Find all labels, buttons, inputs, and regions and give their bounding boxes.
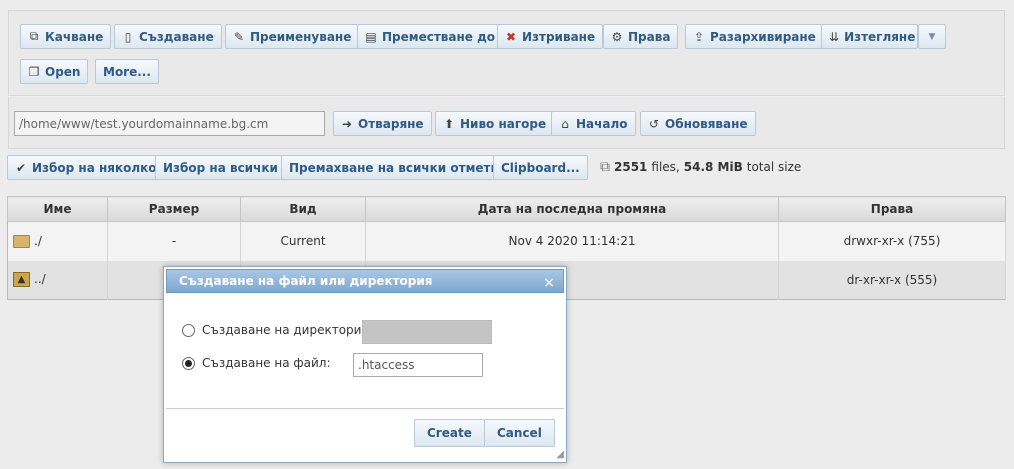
dropdown-arrow-icon: ▼ bbox=[928, 31, 936, 42]
upload-button[interactable]: ⧉ Качване bbox=[20, 24, 112, 49]
file-radio[interactable] bbox=[182, 356, 195, 370]
up-folder-icon: ▲ bbox=[13, 272, 30, 288]
extract-button[interactable]: ⇪ Разархивиране bbox=[685, 24, 824, 49]
permissions-button[interactable]: ⚙ Права bbox=[603, 24, 679, 49]
download-button[interactable]: ⇊ Изтегляне bbox=[821, 24, 918, 49]
delete-button[interactable]: ✖ Изтриване bbox=[497, 24, 604, 49]
create-file-option[interactable]: Създаване на файл: bbox=[182, 356, 331, 370]
go-button[interactable]: ➜ Отваряне bbox=[333, 111, 432, 136]
home-icon: ⌂ bbox=[561, 116, 569, 131]
create-confirm-button[interactable]: Create bbox=[414, 419, 485, 447]
move-icon: ▤ bbox=[365, 29, 377, 44]
column-header-size[interactable]: Размер bbox=[107, 196, 241, 222]
home-button[interactable]: ⌂ Начало bbox=[551, 111, 636, 136]
rename-button[interactable]: ✎ Преименуване bbox=[225, 24, 360, 49]
dialog-title: Създаване на файл или директория bbox=[179, 274, 433, 288]
dialog-divider bbox=[166, 408, 564, 409]
refresh-icon: ↺ bbox=[648, 116, 660, 131]
folder-icon bbox=[13, 235, 30, 249]
file-permissions: drwxr-xr-x (755) bbox=[778, 221, 1006, 261]
resize-grip-icon[interactable]: ◢ bbox=[556, 449, 564, 460]
select-multiple-button[interactable]: ✔ Избор на няколко bbox=[7, 155, 165, 180]
move-button[interactable]: ▤ Преместване до bbox=[357, 24, 504, 49]
path-input[interactable] bbox=[14, 111, 325, 136]
extract-icon: ⇪ bbox=[693, 29, 705, 44]
file-size: - bbox=[107, 221, 241, 261]
files-icon: ⧉ bbox=[600, 159, 610, 175]
create-button[interactable]: ▯ Създаване bbox=[114, 24, 222, 49]
file-name: ./ bbox=[34, 234, 42, 249]
refresh-button[interactable]: ↺ Обновяване bbox=[640, 111, 756, 136]
file-permissions: dr-xr-xr-x (555) bbox=[778, 260, 1006, 300]
column-header-modified[interactable]: Дата на последна промяна bbox=[365, 196, 779, 222]
column-header-permissions[interactable]: Права bbox=[778, 196, 1006, 222]
create-directory-option[interactable]: Създаване на директория: bbox=[182, 323, 373, 337]
file-type: Current bbox=[240, 221, 366, 261]
clipboard-button[interactable]: Clipboard... bbox=[493, 155, 588, 180]
level-up-button[interactable]: ⬆ Ниво нагоре bbox=[435, 111, 555, 136]
create-file-icon: ▯ bbox=[124, 29, 132, 44]
directory-name-input[interactable] bbox=[362, 320, 492, 344]
directory-radio[interactable] bbox=[182, 323, 195, 337]
directory-label: Създаване на директория: bbox=[202, 323, 373, 337]
column-header-name[interactable]: Име bbox=[7, 196, 108, 222]
table-header-row: Име Размер Вид Дата на последна промяна … bbox=[7, 196, 1006, 222]
checkmark-icon: ✔ bbox=[15, 160, 27, 175]
status-summary: ⧉ 2551 files, 54.8 MiB total size bbox=[600, 159, 802, 175]
open-icon: ❐ bbox=[28, 64, 40, 79]
cancel-button[interactable]: Cancel bbox=[484, 419, 555, 447]
select-all-button[interactable]: Избор на всички bbox=[155, 155, 286, 180]
column-header-type[interactable]: Вид bbox=[240, 196, 366, 222]
dialog-titlebar[interactable]: Създаване на файл или директория × bbox=[166, 269, 564, 293]
file-label: Създаване на файл: bbox=[202, 356, 331, 370]
rename-pen-icon: ✎ bbox=[233, 29, 245, 44]
upload-icon: ⧉ bbox=[29, 29, 39, 43]
close-icon[interactable]: × bbox=[543, 272, 555, 294]
more-button[interactable]: More... bbox=[95, 59, 159, 84]
open-button[interactable]: ❐ Open bbox=[20, 59, 89, 84]
table-row[interactable]: ./ - Current Nov 4 2020 11:14:21 drwxr-x… bbox=[7, 221, 1006, 261]
file-name-input[interactable] bbox=[353, 353, 483, 377]
file-modified: Nov 4 2020 11:14:21 bbox=[365, 221, 779, 261]
create-dialog: Създаване на файл или директория × Създа… bbox=[163, 266, 567, 463]
gear-icon: ⚙ bbox=[611, 29, 623, 44]
file-name: ../ bbox=[34, 272, 46, 287]
clear-all-button[interactable]: Премахване на всички отметки bbox=[281, 155, 516, 180]
download-dropdown-button[interactable]: ▼ bbox=[918, 24, 946, 49]
arrow-right-icon: ➜ bbox=[341, 116, 353, 131]
download-icon: ⇊ bbox=[829, 29, 840, 44]
arrow-up-icon: ⬆ bbox=[443, 116, 455, 131]
delete-x-icon: ✖ bbox=[505, 29, 517, 44]
